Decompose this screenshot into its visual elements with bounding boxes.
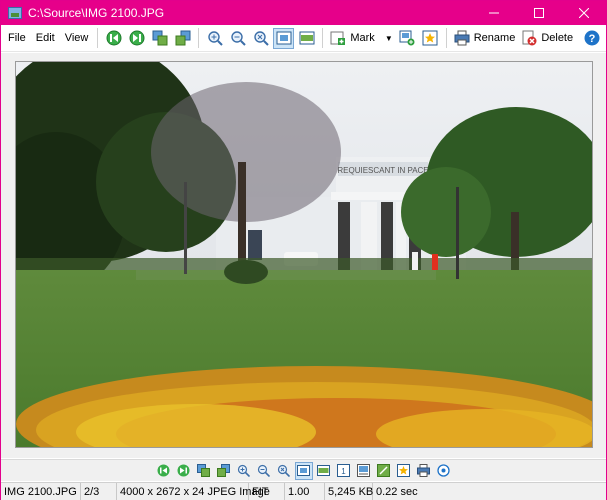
toolbar-separator bbox=[198, 28, 200, 48]
menu-view[interactable]: View bbox=[60, 28, 94, 48]
bottom-slideshow-button[interactable] bbox=[355, 462, 373, 480]
fit-to-window-button[interactable] bbox=[273, 27, 295, 49]
menu-edit[interactable]: Edit bbox=[31, 28, 60, 48]
minimize-icon bbox=[488, 12, 499, 14]
bottom-actual-size-button[interactable]: 1 bbox=[335, 462, 353, 480]
close-button[interactable] bbox=[561, 1, 606, 25]
maximize-icon bbox=[533, 8, 544, 18]
settings-icon bbox=[437, 464, 450, 477]
chevron-down-icon[interactable]: ▼ bbox=[385, 34, 393, 43]
bottom-favorite-button[interactable] bbox=[395, 462, 413, 480]
title-bar[interactable]: C:\Source\IMG 2100.JPG bbox=[1, 1, 606, 25]
bottom-rotate-left-button[interactable] bbox=[195, 462, 213, 480]
status-zoom: 1.00 bbox=[285, 482, 325, 500]
bottom-settings-button[interactable] bbox=[435, 462, 453, 480]
delete-icon bbox=[522, 30, 537, 46]
photo-canvas[interactable]: REQUIESCANT IN PACE bbox=[15, 61, 593, 448]
bottom-toolbar: 1 bbox=[1, 459, 606, 481]
fit-window-icon bbox=[297, 465, 310, 476]
svg-text:1: 1 bbox=[341, 467, 346, 476]
printer-icon bbox=[417, 464, 430, 477]
vertical-scrollbar[interactable] bbox=[596, 53, 606, 458]
slideshow-icon bbox=[357, 464, 370, 477]
bottom-zoom-out-button[interactable] bbox=[255, 462, 273, 480]
zoom-reset-icon bbox=[254, 31, 269, 46]
rotate-left-icon bbox=[152, 30, 168, 46]
status-bar: IMG 2100.JPG 2/3 4000 x 2672 x 24 JPEG I… bbox=[1, 482, 606, 500]
image-viewer[interactable]: REQUIESCANT IN PACE bbox=[1, 53, 606, 458]
fit-width-icon bbox=[299, 31, 315, 45]
main-toolbar: File Edit View Mark ▼ Rename Delete ? bbox=[1, 25, 606, 52]
star-icon bbox=[397, 464, 410, 477]
zoom-reset-icon bbox=[277, 464, 290, 477]
previous-arrow-icon bbox=[157, 464, 170, 477]
status-load-time: 0.22 sec bbox=[376, 485, 418, 498]
actual-size-icon: 1 bbox=[337, 464, 350, 477]
toolbar-separator bbox=[322, 28, 324, 48]
toolbar-separator bbox=[97, 28, 99, 48]
menu-file[interactable]: File bbox=[3, 28, 31, 48]
fit-width-button[interactable] bbox=[296, 28, 317, 49]
star-icon bbox=[422, 30, 438, 46]
delete-label: Delete bbox=[541, 32, 574, 44]
fit-width-icon bbox=[317, 465, 330, 476]
printer-icon bbox=[454, 30, 470, 46]
next-arrow-icon bbox=[177, 464, 190, 477]
favorite-button[interactable] bbox=[420, 28, 441, 49]
help-icon: ? bbox=[584, 30, 599, 46]
status-image-info: 4000 x 2672 x 24 JPEG Image bbox=[117, 482, 270, 500]
app-image-icon bbox=[8, 7, 22, 19]
add-collection-icon bbox=[399, 30, 415, 46]
mark-label: Mark bbox=[350, 32, 375, 44]
close-icon bbox=[578, 8, 589, 18]
previous-image-button[interactable] bbox=[103, 28, 124, 49]
bottom-fit-window-button[interactable] bbox=[294, 461, 313, 480]
fit-window-icon bbox=[276, 31, 292, 45]
status-file-size: 5,245 KB bbox=[325, 482, 373, 500]
zoom-in-icon bbox=[208, 31, 223, 46]
window-title: C:\Source\IMG 2100.JPG bbox=[28, 6, 165, 20]
help-button[interactable]: ? bbox=[581, 28, 602, 49]
sign-text: REQUIESCANT IN PACE bbox=[337, 166, 428, 175]
bottom-fit-width-button[interactable] bbox=[315, 462, 333, 480]
mark-icon bbox=[330, 31, 346, 45]
svg-text:?: ? bbox=[588, 33, 595, 45]
minimize-button[interactable] bbox=[471, 1, 516, 25]
next-image-button[interactable] bbox=[126, 28, 147, 49]
zoom-in-icon bbox=[237, 464, 250, 477]
rename-label: Rename bbox=[473, 32, 516, 44]
next-arrow-icon bbox=[129, 30, 145, 46]
zoom-out-icon bbox=[231, 31, 246, 46]
bottom-rotate-right-button[interactable] bbox=[215, 462, 233, 480]
zoom-out-button[interactable] bbox=[227, 28, 248, 49]
add-to-collection-button[interactable] bbox=[397, 28, 418, 49]
status-filename: IMG 2100.JPG bbox=[1, 482, 81, 500]
maximize-button[interactable] bbox=[516, 1, 561, 25]
bottom-previous-button[interactable] bbox=[155, 462, 173, 480]
bottom-next-button[interactable] bbox=[175, 462, 193, 480]
app-window: C:\Source\IMG 2100.JPG File Edit View Ma… bbox=[0, 0, 607, 500]
bottom-edit-button[interactable] bbox=[375, 462, 393, 480]
status-fit-mode: FIT bbox=[249, 482, 285, 500]
rotate-right-icon bbox=[217, 464, 230, 477]
previous-arrow-icon bbox=[106, 30, 122, 46]
bottom-zoom-reset-button[interactable] bbox=[275, 462, 293, 480]
status-position: 2/3 bbox=[81, 482, 117, 500]
delete-button[interactable]: Delete bbox=[518, 28, 576, 49]
rotate-left-button[interactable] bbox=[149, 28, 170, 49]
bottom-print-button[interactable] bbox=[415, 462, 433, 480]
toolbar-separator bbox=[445, 28, 447, 48]
zoom-out-icon bbox=[257, 464, 270, 477]
mark-button[interactable]: Mark ▼ bbox=[327, 28, 395, 49]
rename-button[interactable]: Rename bbox=[451, 28, 519, 49]
bottom-zoom-in-button[interactable] bbox=[235, 462, 253, 480]
zoom-in-button[interactable] bbox=[204, 28, 225, 49]
rotate-left-icon bbox=[197, 464, 210, 477]
zoom-reset-button[interactable] bbox=[250, 28, 271, 49]
edit-image-icon bbox=[377, 464, 390, 477]
photo-image: REQUIESCANT IN PACE bbox=[16, 62, 592, 447]
rotate-right-button[interactable] bbox=[172, 28, 193, 49]
rotate-right-icon bbox=[175, 30, 191, 46]
